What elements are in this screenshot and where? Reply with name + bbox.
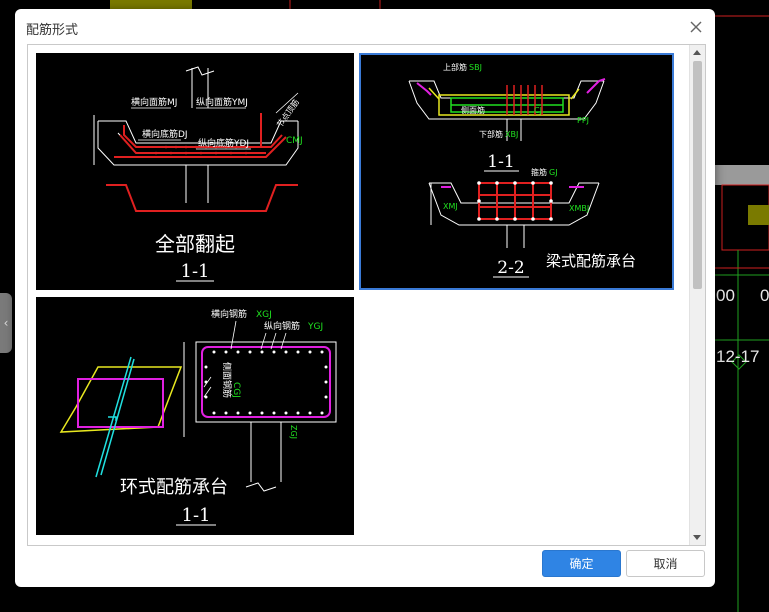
rebar-form-dialog: 配筋形式 横向面筋MJ 纵向面筋YMJ 横向底筋DJ 纵向底筋YDJ CMJ 节… [15, 9, 715, 587]
ring-type-cap-drawing: 横向钢筋 XGJ 纵向钢筋 YGJ 侧面钢筋 CGJ ZGJ 环式配筋承台 1-… [59, 308, 337, 526]
label-xgj: XGJ [256, 310, 272, 320]
label-bottom-bar: 下部筋 [479, 129, 503, 139]
scrollbar-thumb[interactable] [693, 61, 702, 289]
caption-beam-type-cap: 梁式配筋承台 [546, 252, 636, 270]
label-bottom-longitudinal: 纵向底筋YDJ [198, 137, 249, 149]
label-xbj: XBJ [505, 130, 518, 139]
section-1-1: 1-1 [181, 261, 210, 282]
options-panel: 横向面筋MJ 纵向面筋YMJ 横向底筋DJ 纵向底筋YDJ CMJ 节点顶筋 全… [27, 44, 706, 546]
label-top-longitudinal: 纵向面筋YMJ [196, 96, 248, 108]
label-cgj: CGJ [231, 382, 241, 398]
label-ygj: YGJ [307, 322, 323, 332]
bg-label-12-17: 12-17 [716, 347, 760, 366]
bg-label-0: 0 [760, 286, 769, 305]
label-cj: CJ [534, 106, 542, 115]
label-ppj: PPJ [577, 116, 589, 125]
label-transverse: 横向钢筋 [211, 308, 247, 320]
option-ring-type-cap[interactable]: 横向钢筋 XGJ 纵向钢筋 YGJ 侧面钢筋 CGJ ZGJ 环式配筋承台 1-… [36, 297, 354, 535]
label-top-bar: 上部筋 [443, 62, 467, 72]
dialog-title: 配筋形式 [26, 23, 79, 38]
section-2-2-beam: 2-2 [497, 258, 524, 278]
close-icon [690, 21, 702, 33]
label-xmbj: XMBJ [569, 204, 589, 213]
label-cmj: CMJ [286, 136, 303, 146]
option-full-bent-up[interactable]: 横向面筋MJ 纵向面筋YMJ 横向底筋DJ 纵向底筋YDJ CMJ 节点顶筋 全… [36, 53, 354, 290]
scroll-down-icon[interactable] [693, 535, 701, 540]
vertical-scrollbar[interactable] [689, 45, 705, 545]
label-zgj: ZGJ [289, 425, 298, 439]
full-bent-up-drawing: 横向面筋MJ 纵向面筋YMJ 横向底筋DJ 纵向底筋YDJ CMJ 节点顶筋 全… [93, 66, 303, 282]
scroll-up-icon[interactable] [693, 50, 701, 55]
chevron-left-icon: ‹ [3, 316, 9, 330]
label-side-bar: 侧面筋 [461, 105, 485, 115]
label-xmj: XMJ [443, 202, 458, 211]
label-gj: GJ [549, 168, 558, 177]
section-1-1-beam: 1-1 [487, 152, 514, 172]
collapse-handle[interactable]: ‹ [0, 293, 12, 353]
close-button[interactable] [687, 18, 705, 36]
option-beam-type-cap[interactable]: 上部筋 SBJ 侧面筋 CJ 下部筋 XBJ PPJ 箍筋 GJ XMJ XMB… [359, 53, 674, 290]
label-longitudinal: 纵向钢筋 [264, 320, 300, 332]
section-1-1-ring: 1-1 [182, 505, 211, 526]
label-bottom-transverse: 横向底筋DJ [142, 128, 188, 140]
caption-ring-type-cap: 环式配筋承台 [120, 477, 228, 498]
bg-label-00: 00 [716, 286, 735, 305]
label-top-transverse: 横向面筋MJ [131, 96, 177, 108]
ok-button[interactable]: 确定 [542, 550, 621, 577]
beam-type-cap-drawing: 上部筋 SBJ 侧面筋 CJ 下部筋 XBJ PPJ 箍筋 GJ XMJ XMB… [408, 62, 636, 278]
label-sbj: SBJ [469, 63, 482, 72]
label-hoop: 箍筋 [531, 167, 547, 177]
caption-full-bent-up: 全部翻起 [155, 232, 235, 256]
cancel-button[interactable]: 取消 [626, 550, 705, 577]
